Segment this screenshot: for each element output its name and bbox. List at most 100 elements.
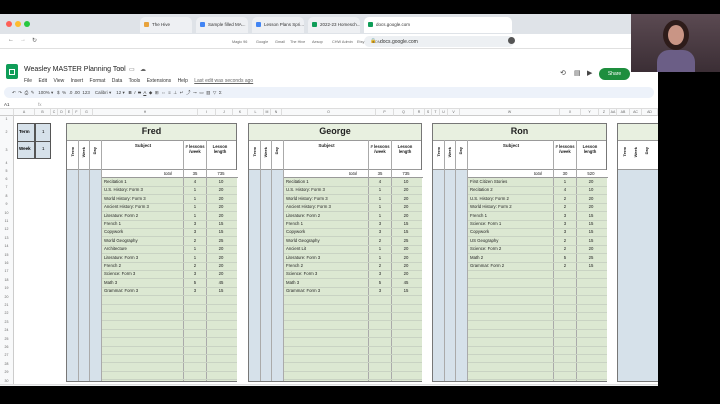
subject-cell[interactable]: French 2 — [104, 263, 121, 268]
term-value[interactable]: 1 — [42, 129, 45, 134]
star-icon[interactable]: ☆ — [118, 66, 123, 73]
menu-insert[interactable]: Insert — [71, 78, 84, 84]
subject-cell[interactable]: Literature: Form 2 — [104, 213, 138, 218]
column-header[interactable]: H — [93, 109, 198, 116]
row-header[interactable]: 24 — [0, 326, 14, 335]
sheets-logo-icon[interactable] — [6, 64, 18, 79]
row-header[interactable]: 26 — [0, 343, 14, 352]
row-header[interactable]: 8 — [0, 191, 14, 201]
lesson-length-cell[interactable]: 25 — [584, 255, 598, 260]
subject-cell[interactable]: Math 3 — [104, 280, 117, 285]
subject-cell[interactable]: U.S. History: Form 3 — [104, 187, 143, 192]
subject-cell[interactable]: U.S. History: Form 2 — [470, 196, 509, 201]
font-select[interactable]: Calibri — [95, 90, 108, 95]
row-header[interactable]: 13 — [0, 233, 14, 243]
forward-arrow-icon[interactable]: → — [20, 37, 26, 43]
subject-cell[interactable]: Grammar: Form 3 — [286, 288, 320, 293]
lesson-length-cell[interactable]: 15 — [214, 221, 228, 226]
browser-tab[interactable]: docs.google.com — [364, 17, 512, 33]
number-format-button[interactable]: 123 — [82, 90, 90, 95]
column-header[interactable]: W — [460, 109, 560, 116]
lesson-length-cell[interactable]: 20 — [584, 196, 598, 201]
column-header[interactable]: V — [448, 109, 460, 116]
borders-icon[interactable]: ⊞ — [155, 90, 159, 95]
lessons-per-week-cell[interactable]: 3 — [188, 229, 202, 234]
row-header[interactable]: 29 — [0, 368, 14, 377]
lesson-length-cell[interactable]: 20 — [214, 246, 228, 251]
row-header[interactable]: 2 — [0, 123, 14, 141]
maximize-window-button[interactable] — [24, 21, 30, 27]
column-header[interactable]: Y — [581, 109, 599, 116]
row-header[interactable]: 27 — [0, 351, 14, 360]
menu-tools[interactable]: Tools — [129, 78, 141, 84]
term-week-values[interactable]: 1 1 — [35, 123, 51, 159]
lessons-per-week-cell[interactable]: 2 — [558, 263, 572, 268]
row-header[interactable]: 15 — [0, 250, 14, 259]
lesson-length-cell[interactable]: 15 — [399, 221, 413, 226]
subject-cell[interactable]: Grammar: Form 3 — [104, 288, 138, 293]
lesson-length-cell[interactable]: 20 — [214, 263, 228, 268]
lesson-length-cell[interactable]: 20 — [399, 187, 413, 192]
lesson-length-cell[interactable]: 45 — [214, 280, 228, 285]
subject-cell[interactable]: French 1 — [286, 221, 303, 226]
column-header[interactable]: N — [271, 109, 282, 116]
bookmark-item[interactable]: CHW Admin — [332, 40, 353, 44]
extension-icon[interactable] — [508, 37, 515, 44]
bookmark-item[interactable]: Gmail — [275, 40, 285, 44]
column-header[interactable]: C — [51, 109, 58, 116]
lesson-length-cell[interactable]: 15 — [584, 221, 598, 226]
lesson-length-cell[interactable]: 20 — [214, 213, 228, 218]
lesson-length-cell[interactable]: 15 — [584, 213, 598, 218]
column-header[interactable]: J — [216, 109, 233, 116]
subject-cell[interactable]: Copywork — [470, 229, 489, 234]
lessons-per-week-cell[interactable]: 3 — [188, 271, 202, 276]
column-header[interactable]: P — [376, 109, 394, 116]
row-header[interactable]: 25 — [0, 334, 14, 343]
lessons-per-week-cell[interactable]: 2 — [558, 246, 572, 251]
browser-tab[interactable]: The Hive — [140, 17, 192, 33]
bookmark-item[interactable]: Google — [256, 40, 268, 44]
font-size-select[interactable]: 12 — [116, 90, 121, 95]
subject-cell[interactable]: US Geography — [470, 238, 498, 243]
italic-icon[interactable]: I — [134, 90, 135, 95]
rotate-icon[interactable]: ⤴ — [186, 90, 191, 95]
menu-extensions[interactable]: Extensions — [147, 78, 171, 84]
row-header[interactable]: 3 — [0, 141, 14, 159]
lesson-length-cell[interactable]: 15 — [584, 263, 598, 268]
row-header[interactable]: 16 — [0, 259, 14, 268]
move-folder-icon[interactable]: ▭ — [129, 66, 135, 73]
align-icon[interactable]: ≡ — [168, 90, 171, 95]
lessons-per-week-cell[interactable]: 1 — [188, 246, 202, 251]
lesson-length-cell[interactable]: 20 — [584, 246, 598, 251]
lesson-length-cell[interactable]: 20 — [584, 204, 598, 209]
subject-cell[interactable]: World Geography — [286, 238, 320, 243]
lessons-per-week-cell[interactable]: 4 — [373, 179, 387, 184]
comment-icon[interactable]: ▤ — [574, 69, 581, 77]
subject-cell[interactable]: Math 3 — [286, 280, 299, 285]
bookmark-item[interactable]: Etsy — [357, 40, 364, 44]
lesson-length-cell[interactable]: 20 — [584, 179, 598, 184]
close-window-button[interactable] — [6, 21, 12, 27]
lessons-per-week-cell[interactable]: 1 — [373, 246, 387, 251]
bookmark-item[interactable]: The Hive — [290, 40, 305, 44]
lessons-per-week-cell[interactable]: 2 — [188, 263, 202, 268]
subject-cell[interactable]: Recitation 1 — [286, 179, 309, 184]
lesson-length-cell[interactable]: 20 — [214, 204, 228, 209]
lessons-per-week-cell[interactable]: 1 — [188, 255, 202, 260]
column-header[interactable]: B — [35, 109, 51, 116]
subject-cell[interactable]: Architecture — [104, 246, 127, 251]
filter-icon[interactable]: ▽ — [213, 90, 216, 95]
row-header[interactable]: 18 — [0, 275, 14, 285]
chart-icon[interactable]: ▥ — [206, 90, 210, 95]
lessons-per-week-cell[interactable]: 1 — [373, 213, 387, 218]
lessons-per-week-cell[interactable]: 3 — [558, 229, 572, 234]
row-header[interactable]: 7 — [0, 183, 14, 192]
lesson-length-cell[interactable]: 15 — [584, 238, 598, 243]
menu-data[interactable]: Data — [112, 78, 123, 84]
lesson-length-cell[interactable]: 20 — [214, 187, 228, 192]
paint-format-icon[interactable]: ✎ — [31, 90, 35, 95]
row-header[interactable]: 14 — [0, 242, 14, 251]
lesson-length-cell[interactable]: 20 — [399, 271, 413, 276]
bold-icon[interactable]: B — [128, 90, 131, 95]
subject-cell[interactable]: First Citizen Stories — [470, 179, 507, 184]
